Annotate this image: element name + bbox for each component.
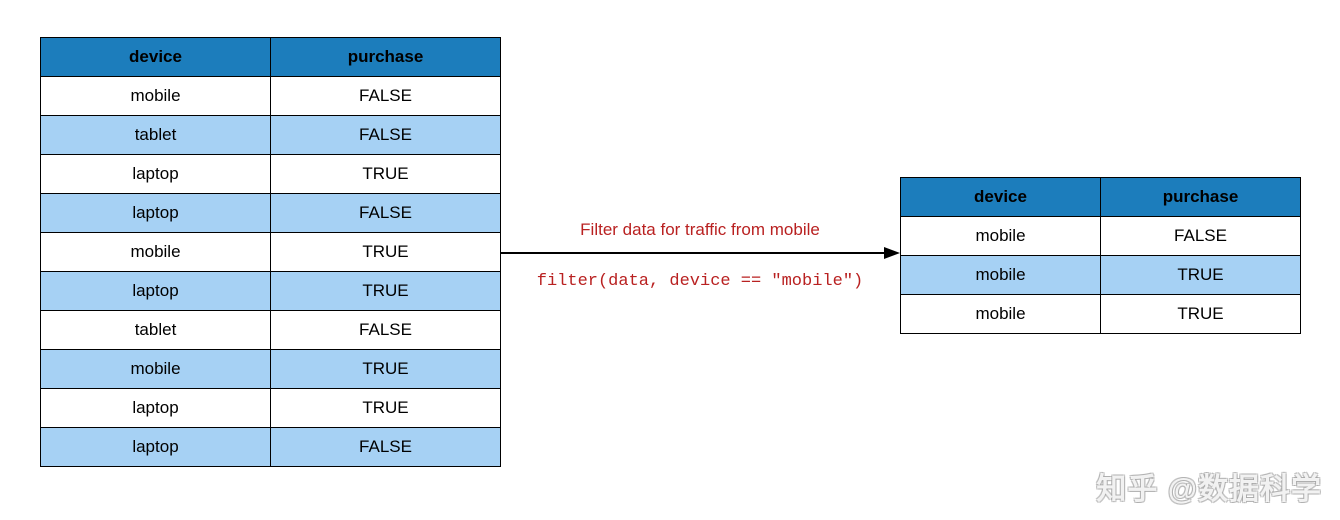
- cell-purchase: TRUE: [271, 272, 501, 311]
- col-header-purchase: purchase: [1101, 178, 1301, 217]
- cell-device: mobile: [41, 233, 271, 272]
- cell-device: laptop: [41, 272, 271, 311]
- table-row: mobileTRUE: [901, 256, 1301, 295]
- table-row: mobileTRUE: [41, 233, 501, 272]
- cell-purchase: TRUE: [1101, 256, 1301, 295]
- cell-device: mobile: [41, 350, 271, 389]
- cell-device: laptop: [41, 155, 271, 194]
- table-row: laptopFALSE: [41, 428, 501, 467]
- table-row: mobileTRUE: [901, 295, 1301, 334]
- cell-purchase: FALSE: [271, 194, 501, 233]
- table-row: mobileTRUE: [41, 350, 501, 389]
- table-row: laptopTRUE: [41, 155, 501, 194]
- cell-device: mobile: [901, 295, 1101, 334]
- result-table: device purchase mobileFALSE mobileTRUE m…: [900, 177, 1301, 334]
- cell-purchase: FALSE: [1101, 217, 1301, 256]
- table-row: laptopFALSE: [41, 194, 501, 233]
- cell-device: mobile: [901, 217, 1101, 256]
- cell-purchase: TRUE: [1101, 295, 1301, 334]
- cell-purchase: FALSE: [271, 311, 501, 350]
- cell-purchase: TRUE: [271, 155, 501, 194]
- cell-device: mobile: [901, 256, 1101, 295]
- cell-purchase: TRUE: [271, 389, 501, 428]
- source-table: device purchase mobileFALSE tabletFALSE …: [40, 37, 501, 467]
- arrow-icon: [500, 244, 900, 262]
- table-row: tabletFALSE: [41, 311, 501, 350]
- table-row: laptopTRUE: [41, 389, 501, 428]
- cell-device: tablet: [41, 311, 271, 350]
- table-header-row: device purchase: [901, 178, 1301, 217]
- cell-device: laptop: [41, 389, 271, 428]
- cell-purchase: FALSE: [271, 116, 501, 155]
- cell-purchase: FALSE: [271, 77, 501, 116]
- col-header-device: device: [41, 38, 271, 77]
- cell-device: mobile: [41, 77, 271, 116]
- table-row: laptopTRUE: [41, 272, 501, 311]
- col-header-purchase: purchase: [271, 38, 501, 77]
- cell-device: laptop: [41, 194, 271, 233]
- cell-purchase: FALSE: [271, 428, 501, 467]
- table-row: tabletFALSE: [41, 116, 501, 155]
- cell-purchase: TRUE: [271, 350, 501, 389]
- table-row: mobileFALSE: [41, 77, 501, 116]
- cell-device: laptop: [41, 428, 271, 467]
- filter-description: Filter data for traffic from mobile: [500, 220, 900, 240]
- filter-arrow-group: Filter data for traffic from mobile filt…: [500, 220, 900, 291]
- table-header-row: device purchase: [41, 38, 501, 77]
- table-row: mobileFALSE: [901, 217, 1301, 256]
- cell-purchase: TRUE: [271, 233, 501, 272]
- filter-code: filter(data, device == "mobile"): [500, 272, 900, 291]
- col-header-device: device: [901, 178, 1101, 217]
- watermark: 知乎 @数据科学: [1096, 464, 1322, 508]
- cell-device: tablet: [41, 116, 271, 155]
